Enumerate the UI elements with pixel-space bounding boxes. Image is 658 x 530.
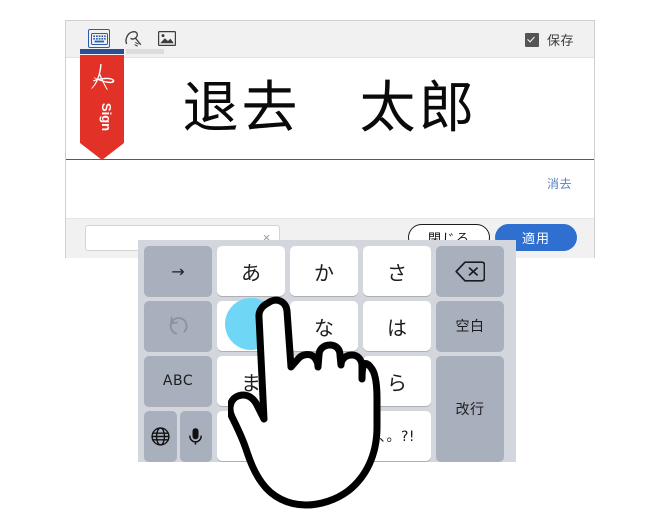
tab-indicator-active (80, 49, 124, 54)
draw-icon-glyph (125, 31, 142, 47)
key-ma-row[interactable]: ま (217, 356, 285, 406)
delete-icon-glyph (455, 260, 485, 282)
key-ra-row[interactable]: ら (363, 356, 431, 406)
toolbar-icon-group (88, 29, 178, 48)
key-globe-glyph (151, 426, 170, 446)
key-ka-row[interactable]: か (290, 246, 358, 296)
draw-icon[interactable] (122, 29, 144, 48)
image-icon-glyph (158, 31, 176, 46)
key-globe[interactable] (144, 411, 177, 461)
key-a-row[interactable]: あ (217, 246, 285, 296)
sign-bookmark-tag[interactable]: Sign (80, 49, 164, 160)
tab-indicator-inactive (126, 49, 164, 54)
key-undo[interactable] (144, 301, 212, 351)
key-space[interactable]: 空白 (436, 301, 504, 351)
key-wa-row[interactable]: わ (217, 411, 285, 461)
undo-icon-glyph (169, 316, 188, 335)
save-checkbox[interactable] (524, 32, 539, 47)
key-delete[interactable] (436, 246, 504, 296)
key-ha-row[interactable]: は (363, 301, 431, 351)
signature-text: 退去 太郎 (182, 75, 478, 141)
tap-indicator (225, 298, 277, 350)
key-next-candidate[interactable]: → (144, 246, 212, 296)
erase-link[interactable]: 消去 (547, 175, 572, 192)
signature-dialog: 保存 退去 太郎 消去 × 閉じる 適用 (65, 20, 595, 258)
image-icon[interactable] (156, 29, 178, 48)
sign-tag-shape: Sign (80, 55, 124, 160)
keyboard-icon[interactable] (88, 29, 110, 48)
key-na-row[interactable]: な (290, 301, 358, 351)
key-abc[interactable]: ABC (144, 356, 212, 406)
save-label: 保存 (546, 33, 574, 48)
key-sa-row[interactable]: さ (363, 246, 431, 296)
key-ya-row[interactable]: や (290, 356, 358, 406)
keyboard-icon-glyph (90, 32, 108, 45)
key-mic-glyph (189, 427, 203, 445)
erase-row: 消去 (66, 161, 594, 218)
signature-baseline (66, 159, 594, 160)
software-keyboard[interactable]: →あかさたなは空白ABCまやら改行わ、。?! (138, 240, 516, 462)
signature-canvas[interactable]: 退去 太郎 (66, 58, 594, 159)
sign-tag-label: Sign (99, 103, 114, 131)
key-mic[interactable] (179, 411, 212, 461)
save-toggle[interactable]: 保存 (524, 30, 574, 49)
key-punctuation[interactable]: 、。?! (363, 411, 431, 461)
key-return[interactable]: 改行 (436, 356, 504, 461)
